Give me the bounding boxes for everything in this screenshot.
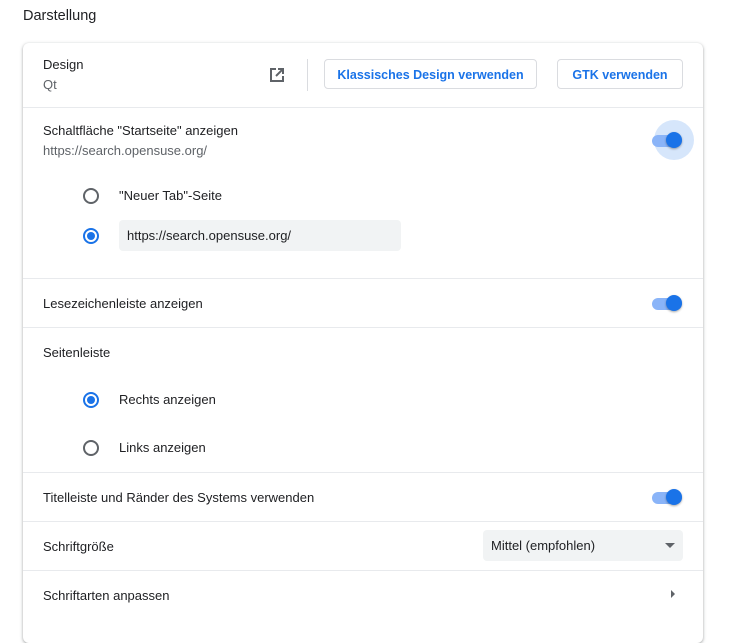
- system-titlebar-toggle[interactable]: [652, 487, 682, 507]
- radio-dot: [87, 232, 95, 240]
- font-size-label: Schriftgröße: [43, 539, 114, 554]
- home-button-toggle[interactable]: [652, 120, 694, 160]
- radio-custom-url[interactable]: [83, 228, 99, 244]
- gtk-button[interactable]: GTK verwenden: [557, 59, 683, 89]
- radio-left[interactable]: [83, 440, 99, 456]
- open-in-new-icon[interactable]: [267, 65, 287, 85]
- font-size-select[interactable]: Mittel (empfohlen): [483, 530, 683, 561]
- section-title: Darstellung: [23, 8, 97, 24]
- show-left-label: Links anzeigen: [119, 440, 206, 455]
- system-titlebar-label: Titelleiste und Ränder des Systems verwe…: [43, 490, 315, 505]
- radio-right[interactable]: [83, 392, 99, 408]
- bookmarks-bar-row: Lesezeichenleiste anzeigen: [23, 278, 703, 327]
- home-button-label: Schaltfläche "Startseite" anzeigen: [43, 123, 238, 138]
- side-panel-row: Seitenleiste Rechts anzeigen Links anzei…: [23, 327, 703, 473]
- system-titlebar-row: Titelleiste und Ränder des Systems verwe…: [23, 472, 703, 521]
- bookmarks-bar-label: Lesezeichenleiste anzeigen: [43, 296, 203, 311]
- appearance-card: Design Qt Klassisches Design verwenden G…: [23, 43, 703, 643]
- radio-new-tab-page[interactable]: [83, 188, 99, 204]
- home-url-input[interactable]: https://search.opensuse.org/: [119, 220, 401, 251]
- design-value: Qt: [43, 77, 57, 92]
- chevron-right-icon: [671, 590, 675, 598]
- home-url-value: https://search.opensuse.org/: [127, 228, 292, 243]
- font-size-selected: Mittel (empfohlen): [491, 538, 596, 553]
- classic-design-button[interactable]: Klassisches Design verwenden: [324, 59, 537, 89]
- design-row: Design Qt Klassisches Design verwenden G…: [23, 43, 703, 107]
- design-label: Design: [43, 57, 84, 72]
- bookmarks-bar-toggle[interactable]: [652, 293, 682, 313]
- toggle-knob: [666, 295, 682, 311]
- toggle-knob: [666, 132, 682, 148]
- show-right-label: Rechts anzeigen: [119, 392, 216, 407]
- radio-dot: [87, 396, 95, 404]
- customize-fonts-row[interactable]: Schriftarten anpassen: [23, 570, 703, 619]
- side-panel-label: Seitenleiste: [43, 345, 111, 360]
- chevron-down-icon: [665, 543, 675, 548]
- home-button-row: Schaltfläche "Startseite" anzeigen https…: [23, 107, 703, 278]
- customize-fonts-label: Schriftarten anpassen: [43, 588, 170, 603]
- new-tab-page-label: "Neuer Tab"-Seite: [119, 188, 222, 203]
- font-size-row: Schriftgröße Mittel (empfohlen): [23, 521, 703, 570]
- radio-outer: [83, 440, 99, 456]
- vertical-divider: [307, 59, 308, 91]
- radio-outer: [83, 188, 99, 204]
- home-button-value: https://search.opensuse.org/: [43, 143, 208, 158]
- toggle-knob: [666, 489, 682, 505]
